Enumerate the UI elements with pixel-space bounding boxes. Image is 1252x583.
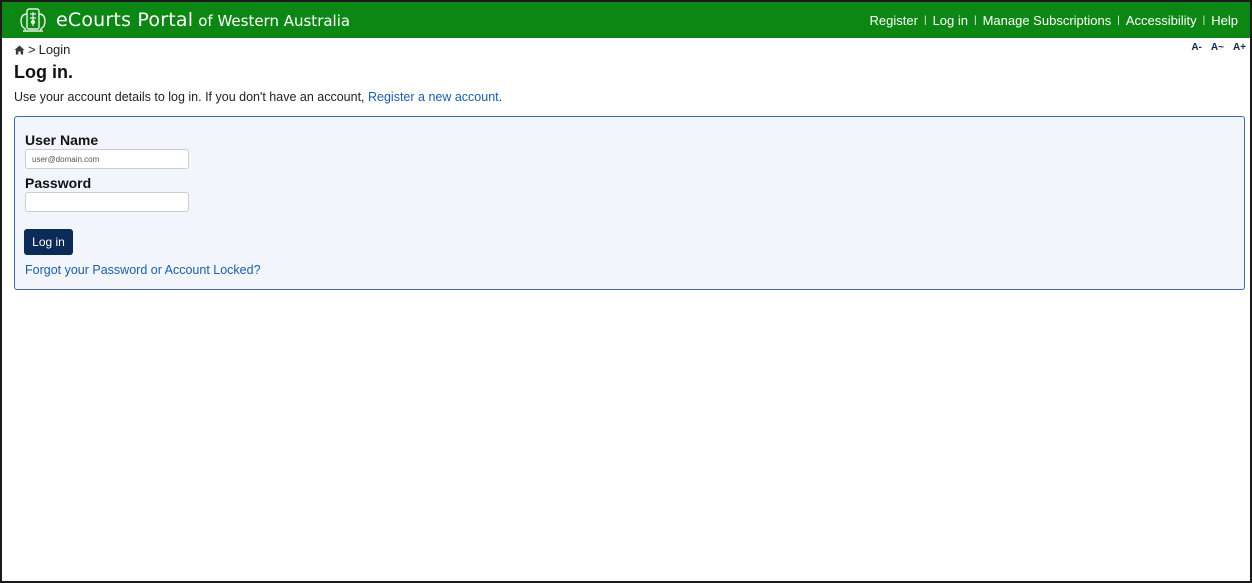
nav-separator: | bbox=[1202, 14, 1206, 26]
nav-manage-subscriptions[interactable]: Manage Subscriptions bbox=[983, 13, 1112, 28]
portal-title-main: eCourts Portal bbox=[56, 9, 194, 31]
nav-register[interactable]: Register bbox=[870, 13, 918, 28]
register-link[interactable]: Register a new account bbox=[368, 90, 499, 104]
nav-help[interactable]: Help bbox=[1211, 13, 1238, 28]
portal-title[interactable]: eCourts Portal of Western Australia bbox=[56, 9, 350, 31]
font-size-controls: A- A~ A+ bbox=[1191, 42, 1246, 53]
font-decrease-button[interactable]: A- bbox=[1191, 42, 1202, 53]
breadcrumb: > Login bbox=[14, 42, 70, 57]
nav-accessibility[interactable]: Accessibility bbox=[1126, 13, 1197, 28]
forgot-password-link[interactable]: Forgot your Password or Account Locked? bbox=[25, 263, 261, 277]
login-panel: User Name Password Log in Forgot your Pa… bbox=[14, 116, 1245, 290]
login-button[interactable]: Log in bbox=[24, 229, 73, 255]
nav-login[interactable]: Log in bbox=[933, 13, 968, 28]
intro-text-end: . bbox=[498, 90, 503, 104]
page-title: Log in. bbox=[14, 62, 73, 82]
home-icon[interactable] bbox=[14, 44, 25, 55]
portal-title-sub: of Western Australia bbox=[198, 12, 351, 30]
password-input[interactable] bbox=[25, 192, 189, 212]
intro-text-body: Use your account details to log in. If y… bbox=[14, 90, 368, 104]
breadcrumb-current: Login bbox=[38, 42, 71, 57]
nav-separator: | bbox=[923, 14, 927, 26]
nav-separator: | bbox=[1117, 14, 1120, 26]
nav-separator: | bbox=[973, 14, 977, 26]
username-label: User Name bbox=[25, 132, 99, 148]
breadcrumb-separator: > bbox=[28, 42, 36, 57]
password-label: Password bbox=[25, 175, 92, 191]
coat-of-arms-logo[interactable] bbox=[16, 5, 50, 35]
font-increase-button[interactable]: A+ bbox=[1233, 42, 1246, 53]
header-bar: eCourts Portal of Western Australia Regi… bbox=[2, 2, 1250, 38]
intro-text: Use your account details to log in. If y… bbox=[14, 90, 502, 104]
username-input[interactable] bbox=[25, 149, 189, 169]
font-reset-button[interactable]: A~ bbox=[1211, 42, 1224, 53]
top-navigation: Register | Log in | Manage Subscriptions… bbox=[870, 2, 1238, 38]
window-frame bbox=[0, 0, 1252, 583]
